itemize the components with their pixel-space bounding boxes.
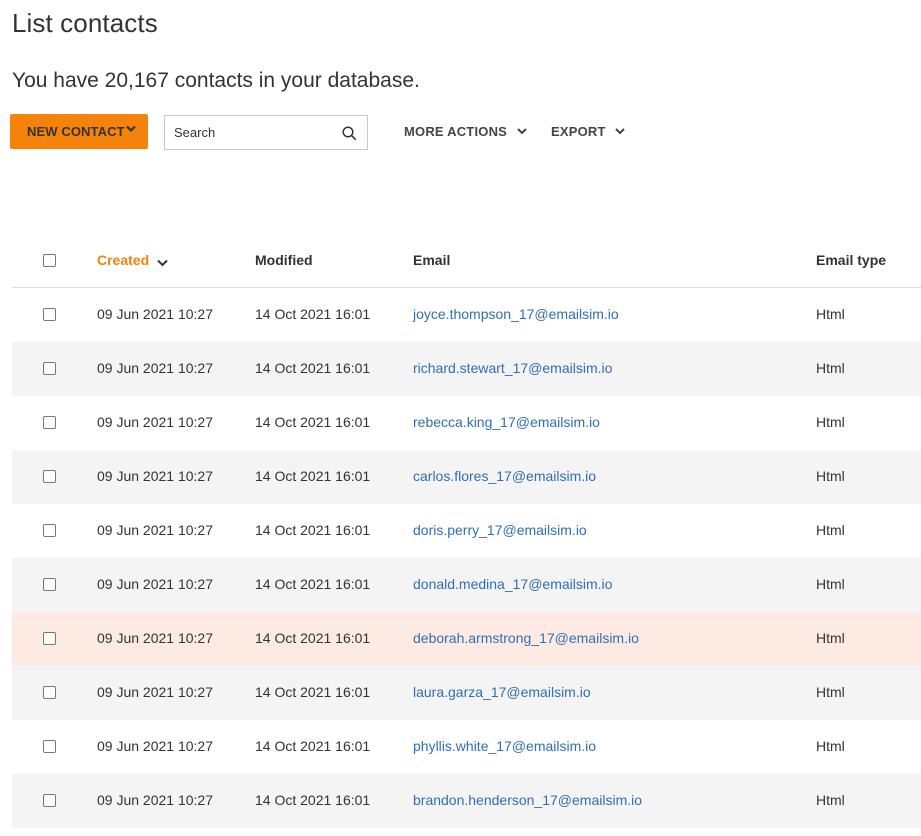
created-date: 09 Jun 2021 10:27: [97, 630, 213, 646]
sort-descending-icon: [157, 259, 168, 267]
created-date: 09 Jun 2021 10:27: [97, 414, 213, 430]
modified-date: 14 Oct 2021 16:01: [255, 468, 371, 484]
export-dropdown[interactable]: EXPORT: [551, 124, 626, 139]
table-header: Created Modified Email Email type: [12, 233, 921, 288]
table-row[interactable]: 09 Jun 2021 10:27 14 Oct 2021 16:01 dori…: [12, 504, 921, 558]
new-contact-button[interactable]: NEW CONTACT: [10, 114, 148, 149]
column-label-created: Created: [97, 252, 150, 268]
email-type: Html: [816, 630, 845, 646]
chevron-down-icon: [615, 128, 626, 135]
created-date: 09 Jun 2021 10:27: [97, 738, 213, 754]
chevron-down-icon: [126, 125, 136, 133]
created-date: 09 Jun 2021 10:27: [97, 360, 213, 376]
email-type: Html: [816, 684, 845, 700]
column-header-email[interactable]: Email: [413, 252, 450, 268]
column-header-created[interactable]: Created: [97, 252, 168, 268]
more-actions-label: MORE ACTIONS: [404, 124, 508, 139]
email-link[interactable]: phyllis.white_17@emailsim.io: [413, 738, 596, 754]
column-header-modified[interactable]: Modified: [255, 252, 313, 268]
email-link[interactable]: doris.perry_17@emailsim.io: [413, 522, 587, 538]
modified-date: 14 Oct 2021 16:01: [255, 522, 371, 538]
created-date: 09 Jun 2021 10:27: [97, 522, 213, 538]
modified-date: 14 Oct 2021 16:01: [255, 630, 371, 646]
created-date: 09 Jun 2021 10:27: [97, 792, 213, 808]
created-date: 09 Jun 2021 10:27: [97, 468, 213, 484]
table-row[interactable]: 09 Jun 2021 10:27 14 Oct 2021 16:01 dona…: [12, 558, 921, 612]
row-checkbox[interactable]: [43, 416, 56, 429]
table-row[interactable]: 09 Jun 2021 10:27 14 Oct 2021 16:01 bran…: [12, 774, 921, 828]
email-type: Html: [816, 738, 845, 754]
email-link[interactable]: rebecca.king_17@emailsim.io: [413, 414, 600, 430]
table-row[interactable]: 09 Jun 2021 10:27 14 Oct 2021 16:01 debo…: [12, 612, 921, 666]
email-type: Html: [816, 576, 845, 592]
email-type: Html: [816, 792, 845, 808]
email-link[interactable]: richard.stewart_17@emailsim.io: [413, 360, 612, 376]
contact-count-summary: You have 20,167 contacts in your databas…: [12, 69, 420, 92]
email-type: Html: [816, 414, 845, 430]
table-body: 09 Jun 2021 10:27 14 Oct 2021 16:01 joyc…: [12, 288, 921, 828]
email-link[interactable]: joyce.thompson_17@emailsim.io: [413, 306, 619, 322]
table-row[interactable]: 09 Jun 2021 10:27 14 Oct 2021 16:01 rebe…: [12, 396, 921, 450]
table-row[interactable]: 09 Jun 2021 10:27 14 Oct 2021 16:01 joyc…: [12, 288, 921, 342]
row-checkbox[interactable]: [43, 686, 56, 699]
row-checkbox[interactable]: [43, 740, 56, 753]
email-type: Html: [816, 360, 845, 376]
row-checkbox[interactable]: [43, 308, 56, 321]
email-type: Html: [816, 468, 845, 484]
email-type: Html: [816, 306, 845, 322]
select-all-checkbox[interactable]: [43, 254, 56, 267]
modified-date: 14 Oct 2021 16:01: [255, 414, 371, 430]
email-link[interactable]: deborah.armstrong_17@emailsim.io: [413, 630, 639, 646]
modified-date: 14 Oct 2021 16:01: [255, 360, 371, 376]
modified-date: 14 Oct 2021 16:01: [255, 306, 371, 322]
more-actions-dropdown[interactable]: MORE ACTIONS: [404, 124, 527, 139]
table-row[interactable]: 09 Jun 2021 10:27 14 Oct 2021 16:01 rich…: [12, 342, 921, 396]
email-type: Html: [816, 522, 845, 538]
modified-date: 14 Oct 2021 16:01: [255, 576, 371, 592]
column-header-email-type[interactable]: Email type: [816, 252, 886, 268]
row-checkbox[interactable]: [43, 524, 56, 537]
modified-date: 14 Oct 2021 16:01: [255, 738, 371, 754]
modified-date: 14 Oct 2021 16:01: [255, 792, 371, 808]
row-checkbox[interactable]: [43, 578, 56, 591]
email-link[interactable]: carlos.flores_17@emailsim.io: [413, 468, 596, 484]
table-row[interactable]: 09 Jun 2021 10:27 14 Oct 2021 16:01 phyl…: [12, 720, 921, 774]
export-label: EXPORT: [551, 124, 606, 139]
row-checkbox[interactable]: [43, 362, 56, 375]
chevron-down-icon: [517, 128, 527, 135]
page-title: List contacts: [12, 8, 158, 38]
search-field[interactable]: [164, 115, 368, 150]
row-checkbox[interactable]: [43, 632, 56, 645]
search-input[interactable]: [165, 116, 335, 149]
modified-date: 14 Oct 2021 16:01: [255, 684, 371, 700]
created-date: 09 Jun 2021 10:27: [97, 306, 213, 322]
table-row[interactable]: 09 Jun 2021 10:27 14 Oct 2021 16:01 laur…: [12, 666, 921, 720]
new-contact-label: NEW CONTACT: [27, 124, 125, 139]
search-icon[interactable]: [342, 126, 357, 141]
created-date: 09 Jun 2021 10:27: [97, 684, 213, 700]
row-checkbox[interactable]: [43, 794, 56, 807]
contacts-table: Created Modified Email Email type 09 Jun…: [12, 233, 921, 828]
created-date: 09 Jun 2021 10:27: [97, 576, 213, 592]
email-link[interactable]: brandon.henderson_17@emailsim.io: [413, 792, 642, 808]
toolbar: NEW CONTACT MORE ACTIONS EXPORT: [0, 114, 921, 150]
email-link[interactable]: laura.garza_17@emailsim.io: [413, 684, 591, 700]
email-link[interactable]: donald.medina_17@emailsim.io: [413, 576, 612, 592]
row-checkbox[interactable]: [43, 470, 56, 483]
table-row[interactable]: 09 Jun 2021 10:27 14 Oct 2021 16:01 carl…: [12, 450, 921, 504]
